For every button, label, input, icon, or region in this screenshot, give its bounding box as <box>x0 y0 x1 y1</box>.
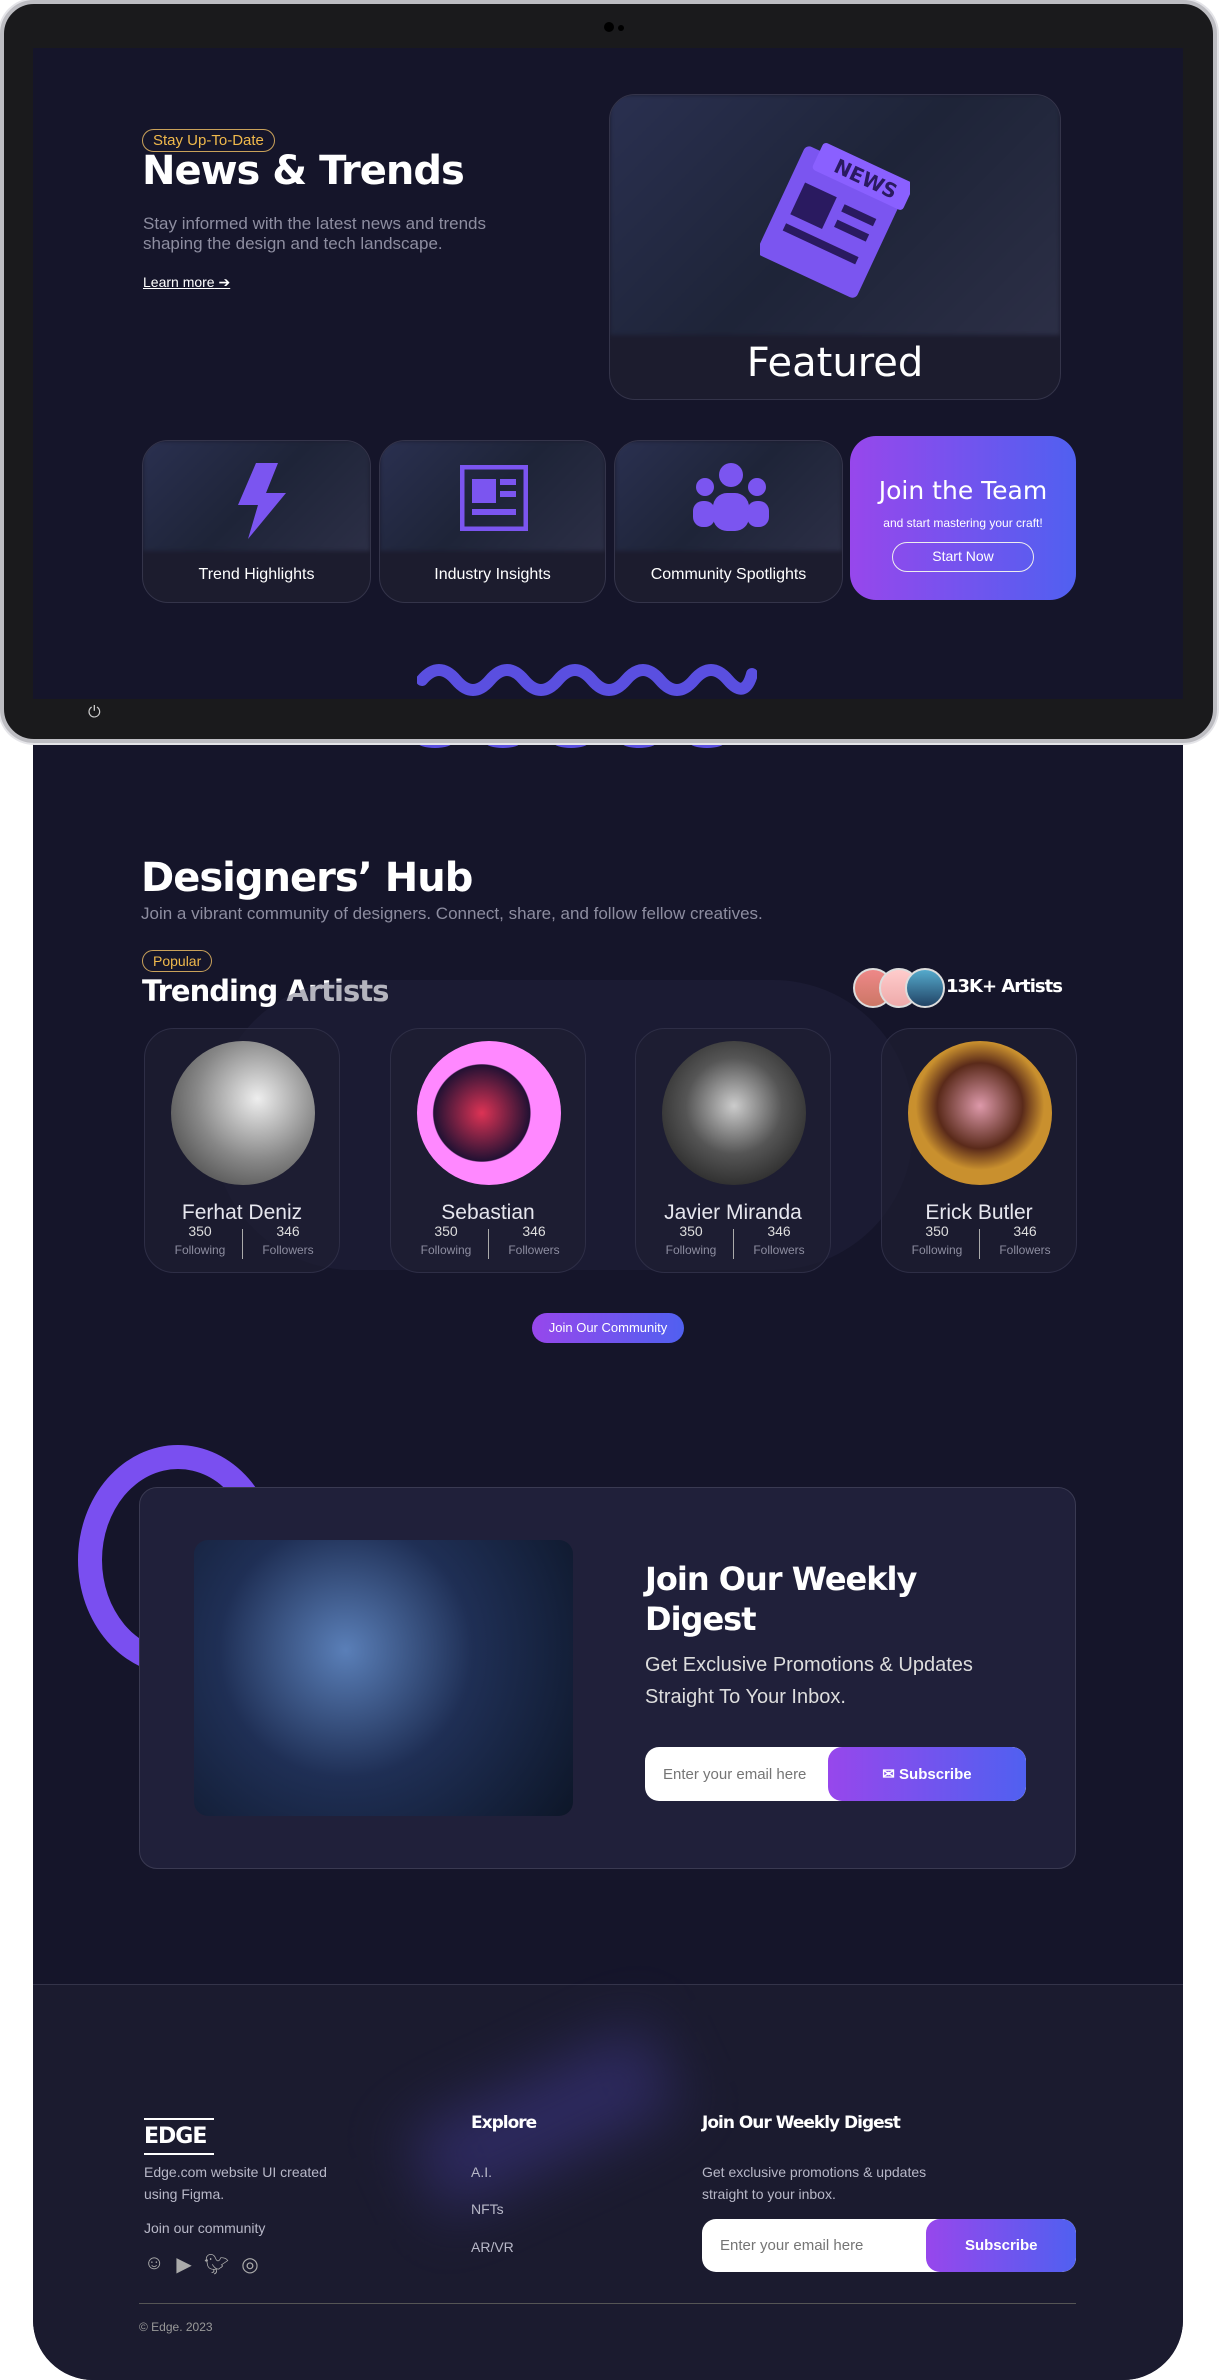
digest-title-line2: Digest <box>645 1600 756 1638</box>
digest-desc-line2: Straight To Your Inbox. <box>645 1686 846 1708</box>
join-team-card[interactable]: Join the Team and start mastering your c… <box>850 436 1076 600</box>
people-group-icon <box>693 461 769 538</box>
footer-divider <box>139 2303 1076 2304</box>
subscribe-button[interactable]: ✉ Subscribe <box>827 1747 1026 1801</box>
followers-label: Followers <box>262 1243 314 1257</box>
footer-glow <box>406 2024 680 2216</box>
category-label: Trend Highlights <box>198 566 315 583</box>
followers-label: Followers <box>999 1243 1051 1257</box>
artist-avatar <box>908 1041 1052 1185</box>
newspaper-icon: NEWS <box>757 123 914 303</box>
divider <box>979 1229 980 1259</box>
lightning-icon <box>228 463 288 544</box>
artist-count: 13K+ Artists <box>946 976 1063 997</box>
divider <box>488 1229 489 1259</box>
digest-desc-line1: Get Exclusive Promotions & Updates <box>645 1654 973 1676</box>
hero-title: News & Trends <box>142 148 465 194</box>
hub-title: Designers’ Hub <box>141 855 473 901</box>
category-trend-highlights[interactable]: Trend Highlights <box>142 440 371 603</box>
footer-email-input[interactable] <box>702 2219 927 2272</box>
category-community-spotlights[interactable]: Community Spotlights <box>614 440 843 603</box>
footer-desc-line2: using Figma. <box>144 2186 225 2202</box>
artist-card[interactable]: Ferhat Deniz 350 Following 346 Followers <box>144 1028 340 1273</box>
following-label: Following <box>911 1243 963 1257</box>
join-team-title: Join the Team <box>878 476 1048 505</box>
footer-digest-title: Join Our Weekly Digest <box>702 2113 901 2133</box>
discord-icon[interactable]: ☺ <box>144 2252 164 2277</box>
copyright: © Edge. 2023 <box>139 2320 213 2334</box>
explore-link-arvr[interactable]: AR/VR <box>471 2239 514 2255</box>
following-label: Following <box>174 1243 226 1257</box>
artist-card[interactable]: Sebastian 350 Following 346 Followers <box>390 1028 586 1273</box>
footer-digest-line2: straight to your inbox. <box>702 2186 836 2202</box>
divider <box>242 1229 243 1259</box>
instagram-icon[interactable]: ◎ <box>241 2252 258 2277</box>
learn-more-link[interactable]: Learn more ➔ <box>143 274 230 291</box>
category-label: Community Spotlights <box>650 566 807 583</box>
artist-card[interactable]: Javier Miranda 350 Following 346 Followers <box>635 1028 831 1273</box>
featured-label: Featured <box>746 340 924 386</box>
camera-dot <box>618 25 624 31</box>
followers-count: 346 <box>767 1223 791 1239</box>
join-community-button[interactable]: Join Our Community <box>532 1313 684 1343</box>
camera-icon <box>604 22 614 32</box>
artist-name: Erick Butler <box>925 1201 1033 1224</box>
digest-form: ✉ Subscribe <box>645 1747 1026 1801</box>
popular-badge: Popular <box>142 950 213 972</box>
followers-count: 346 <box>1013 1223 1037 1239</box>
followers-label: Followers <box>753 1243 805 1257</box>
social-icons: ☺ ▶ 🐦︎ ◎ <box>144 2252 259 2277</box>
hub-subtitle: Join a vibrant community of designers. C… <box>141 904 763 923</box>
device-screen: Stay Up-To-Date News & Trends Stay infor… <box>33 48 1183 699</box>
robot-reading-image <box>194 1540 573 1816</box>
footer-desc-line1: Edge.com website UI created <box>144 2164 327 2180</box>
youtube-icon[interactable]: ▶ <box>176 2252 191 2277</box>
followers-count: 346 <box>276 1223 300 1239</box>
following-count: 350 <box>679 1223 703 1239</box>
following-label: Following <box>420 1243 472 1257</box>
hero-desc-line1: Stay informed with the latest news and t… <box>143 214 487 233</box>
artist-avatar <box>662 1041 806 1185</box>
followers-label: Followers <box>508 1243 560 1257</box>
artist-name: Sebastian <box>441 1201 535 1224</box>
following-count: 350 <box>188 1223 212 1239</box>
following-label: Following <box>665 1243 717 1257</box>
artist-avatar <box>417 1041 561 1185</box>
subscribe-label: Subscribe <box>899 1766 972 1783</box>
mail-icon: ✉ <box>882 1766 900 1783</box>
followers-count: 346 <box>522 1223 546 1239</box>
footer-subscribe-button[interactable]: Subscribe <box>926 2219 1076 2272</box>
wave-decoration <box>416 660 758 699</box>
category-label: Industry Insights <box>434 566 551 583</box>
power-icon[interactable]: ⏻ <box>88 704 101 722</box>
following-count: 350 <box>925 1223 949 1239</box>
join-team-subtitle: and start mastering your craft! <box>883 516 1043 530</box>
artist-avatars-group <box>853 968 945 1008</box>
following-count: 350 <box>434 1223 458 1239</box>
digest-card: Join Our Weekly Digest Get Exclusive Pro… <box>139 1487 1076 1869</box>
hero-desc-line2: shaping the design and tech landscape. <box>143 234 443 253</box>
category-industry-insights[interactable]: Industry Insights <box>379 440 606 603</box>
twitter-icon[interactable]: 🐦︎ <box>204 2252 229 2277</box>
digest-title-line1: Join Our Weekly <box>645 1560 917 1598</box>
featured-card[interactable]: NEWS Featured <box>609 94 1061 400</box>
divider <box>733 1229 734 1259</box>
footer-digest-form: Subscribe <box>702 2219 1076 2272</box>
edge-logo: EDGE <box>144 2118 214 2155</box>
start-now-button[interactable]: Start Now <box>892 542 1034 572</box>
footer-digest-line1: Get exclusive promotions & updates <box>702 2164 927 2180</box>
explore-title: Explore <box>471 2113 537 2133</box>
arrow-right-circle-icon: ➔ <box>218 274 231 290</box>
artist-avatar <box>171 1041 315 1185</box>
footer-community-label: Join our community <box>144 2220 266 2236</box>
artist-card[interactable]: Erick Butler 350 Following 346 Followers <box>881 1028 1077 1273</box>
explore-link-nfts[interactable]: NFTs <box>471 2201 504 2217</box>
artist-name: Ferhat Deniz <box>181 1201 303 1224</box>
learn-more-label: Learn more <box>143 274 215 290</box>
artist-name: Javier Miranda <box>664 1201 802 1224</box>
article-icon <box>459 464 529 536</box>
explore-link-ai[interactable]: A.I. <box>471 2164 492 2180</box>
